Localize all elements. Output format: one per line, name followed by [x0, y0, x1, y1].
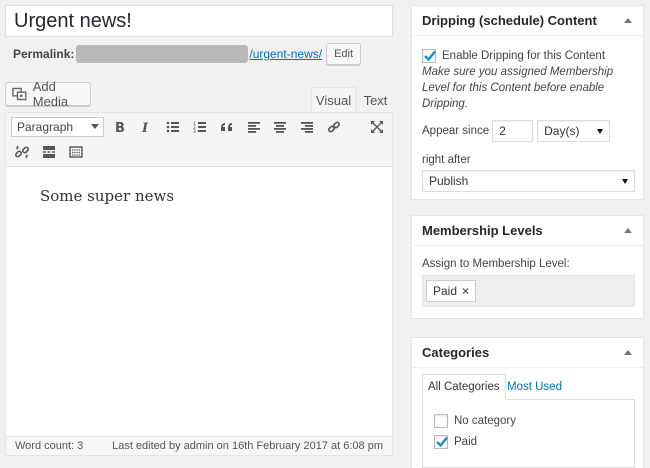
post-title-input[interactable]: Urgent news!	[5, 5, 393, 37]
categories-metabox: Categories All Categories Most Used No c…	[411, 337, 644, 468]
category-label: No category	[454, 415, 517, 427]
post-editor: Paragraph B I 123 Some super news Word c…	[5, 112, 393, 456]
tab-most-used[interactable]: Most Used	[507, 374, 562, 400]
read-more-icon	[43, 146, 55, 158]
category-item: Paid	[434, 435, 634, 449]
dripping-note: Make sure you assigned Membership Level …	[422, 66, 614, 110]
right-after-label: right after	[422, 154, 471, 166]
right-after-value: Publish	[429, 174, 469, 188]
appear-since-input[interactable]: 2	[492, 120, 534, 142]
membership-levels-title: Membership Levels	[422, 223, 543, 238]
add-media-label: Add Media	[32, 79, 69, 109]
numbered-list-icon: 123	[193, 121, 206, 134]
blockquote-icon	[221, 123, 232, 131]
italic-icon: I	[141, 121, 149, 134]
chevron-down-icon	[597, 129, 604, 134]
fullscreen-button[interactable]	[367, 117, 387, 137]
categories-title: Categories	[422, 345, 490, 360]
blockquote-button[interactable]	[217, 117, 237, 137]
chevron-down-icon	[91, 124, 99, 129]
last-edited: Last edited by admin on 16th February 20…	[112, 440, 383, 452]
enable-dripping-checkbox[interactable]	[422, 49, 436, 63]
assign-level-label: Assign to Membership Level:	[422, 258, 570, 270]
right-after-select[interactable]: Publish	[422, 170, 635, 192]
insert-link-button[interactable]	[324, 117, 344, 137]
align-left-icon	[248, 122, 260, 133]
permalink-base-url-redacted	[76, 45, 249, 63]
category-checkbox[interactable]	[434, 435, 448, 449]
collapse-toggle-icon[interactable]	[624, 350, 632, 355]
tab-visual[interactable]: Visual	[311, 87, 356, 113]
bold-button[interactable]: B	[110, 117, 130, 137]
format-select-value: Paragraph	[17, 120, 74, 134]
category-item: No category	[434, 414, 634, 428]
editor-toolbar: Paragraph B I 123	[6, 113, 392, 167]
membership-levels-metabox-header[interactable]: Membership Levels	[412, 216, 643, 246]
link-icon	[327, 121, 341, 133]
align-center-icon	[274, 122, 286, 133]
enable-dripping-row: Enable Dripping for this Content	[422, 49, 633, 63]
svg-text:B: B	[115, 121, 125, 134]
permalink-edit-button[interactable]: Edit	[326, 43, 362, 65]
toolbar-toggle-button[interactable]	[66, 142, 86, 162]
enable-dripping-label: Enable Dripping for this Content	[442, 50, 606, 62]
membership-level-tag: Paid ×	[426, 280, 477, 302]
word-count: Word count: 3	[15, 440, 84, 452]
categories-metabox-header[interactable]: Categories	[412, 338, 643, 368]
appear-since-row: Appear since 2 Day(s)	[422, 120, 633, 142]
unlink-icon	[15, 145, 29, 159]
numbered-list-button[interactable]: 123	[190, 117, 210, 137]
appear-since-unit-value: Day(s)	[544, 124, 580, 138]
permalink-slug-link[interactable]: /urgent-news/	[249, 47, 322, 61]
collapse-toggle-icon[interactable]	[624, 18, 632, 23]
format-select[interactable]: Paragraph	[11, 117, 104, 137]
bullet-list-icon	[166, 121, 179, 133]
read-more-button[interactable]	[39, 142, 59, 162]
category-checklist: No category Paid	[422, 399, 635, 468]
appear-since-unit-select[interactable]: Day(s)	[537, 120, 611, 142]
editor-content[interactable]: Some super news	[6, 167, 392, 225]
bullet-list-button[interactable]	[163, 117, 183, 137]
checkmark-icon	[424, 50, 436, 62]
italic-button[interactable]: I	[136, 117, 156, 137]
bold-icon: B	[115, 121, 125, 134]
collapse-toggle-icon[interactable]	[624, 228, 632, 233]
membership-level-tag-label: Paid	[433, 284, 458, 298]
tab-all-categories[interactable]: All Categories	[422, 374, 506, 400]
add-media-button[interactable]: Add Media	[5, 79, 91, 109]
editor-statusbar: Word count: 3 Last edited by admin on 16…	[6, 436, 392, 455]
permalink-row: Permalink: /urgent-news/ Edit	[13, 43, 362, 65]
align-right-button[interactable]	[297, 117, 317, 137]
svg-text:I: I	[141, 121, 149, 134]
tab-text[interactable]: Text	[358, 87, 393, 113]
chevron-down-icon	[622, 179, 628, 184]
remove-tag-icon[interactable]: ×	[462, 284, 469, 298]
align-right-icon	[301, 122, 313, 133]
dripping-metabox-header[interactable]: Dripping (schedule) Content	[412, 6, 643, 36]
membership-levels-metabox: Membership Levels Assign to Membership L…	[411, 215, 644, 319]
category-checkbox[interactable]	[434, 414, 448, 428]
dripping-metabox-title: Dripping (schedule) Content	[422, 13, 597, 28]
membership-level-multiselect[interactable]: Paid ×	[422, 275, 635, 307]
align-left-button[interactable]	[244, 117, 264, 137]
checkmark-icon	[436, 436, 448, 448]
svg-text:3: 3	[193, 129, 196, 134]
permalink-label: Permalink:	[13, 47, 75, 61]
toolbar-toggle-icon	[69, 146, 83, 158]
appear-since-label: Appear since	[422, 125, 490, 137]
align-center-button[interactable]	[270, 117, 290, 137]
fullscreen-icon	[371, 121, 383, 133]
unlink-button[interactable]	[12, 142, 32, 162]
dripping-metabox: Dripping (schedule) Content Enable Dripp…	[411, 5, 644, 200]
media-icon	[12, 87, 27, 101]
category-label: Paid	[454, 436, 478, 448]
